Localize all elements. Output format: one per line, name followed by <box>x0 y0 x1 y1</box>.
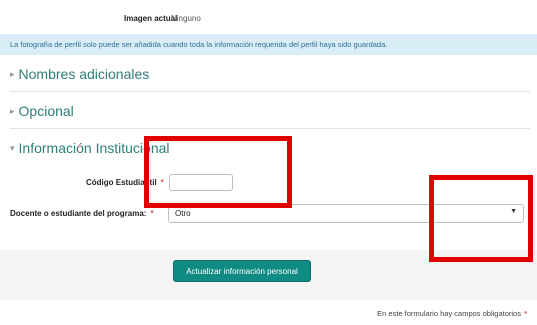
section-additional-names[interactable]: ▸ Nombres adicionales <box>10 66 149 82</box>
current-image-label: Imagen actual <box>124 14 178 23</box>
current-image-value: Ninguno <box>171 14 201 23</box>
caret-right-icon: ▸ <box>10 106 15 116</box>
section-divider <box>10 128 530 129</box>
program-role-label: Docente o estudiante del programa: * <box>10 209 154 218</box>
section-optional-title: Opcional <box>18 103 74 119</box>
program-role-label-text: Docente o estudiante del programa: <box>10 209 147 218</box>
annotation-highlight-box <box>144 136 292 208</box>
current-image-row: Imagen actual Ninguno <box>0 10 537 26</box>
required-icon: * <box>150 209 154 218</box>
section-additional-names-title: Nombres adicionales <box>18 66 150 82</box>
update-profile-button[interactable]: Actualizar información personal <box>173 260 311 282</box>
profile-photo-info-alert: La fotografía de perfil solo puede ser a… <box>0 34 537 55</box>
required-fields-note: En este formulario hay campos obligatori… <box>377 309 527 318</box>
annotation-highlight-box <box>429 175 533 262</box>
required-icon: * <box>524 309 527 318</box>
required-fields-note-text: En este formulario hay campos obligatori… <box>377 309 521 318</box>
section-optional[interactable]: ▸ Opcional <box>10 103 74 119</box>
program-role-selected-value: Otro <box>175 209 191 218</box>
caret-right-icon: ▸ <box>10 69 15 79</box>
section-divider <box>10 91 530 92</box>
caret-down-icon: ▾ <box>10 143 15 153</box>
